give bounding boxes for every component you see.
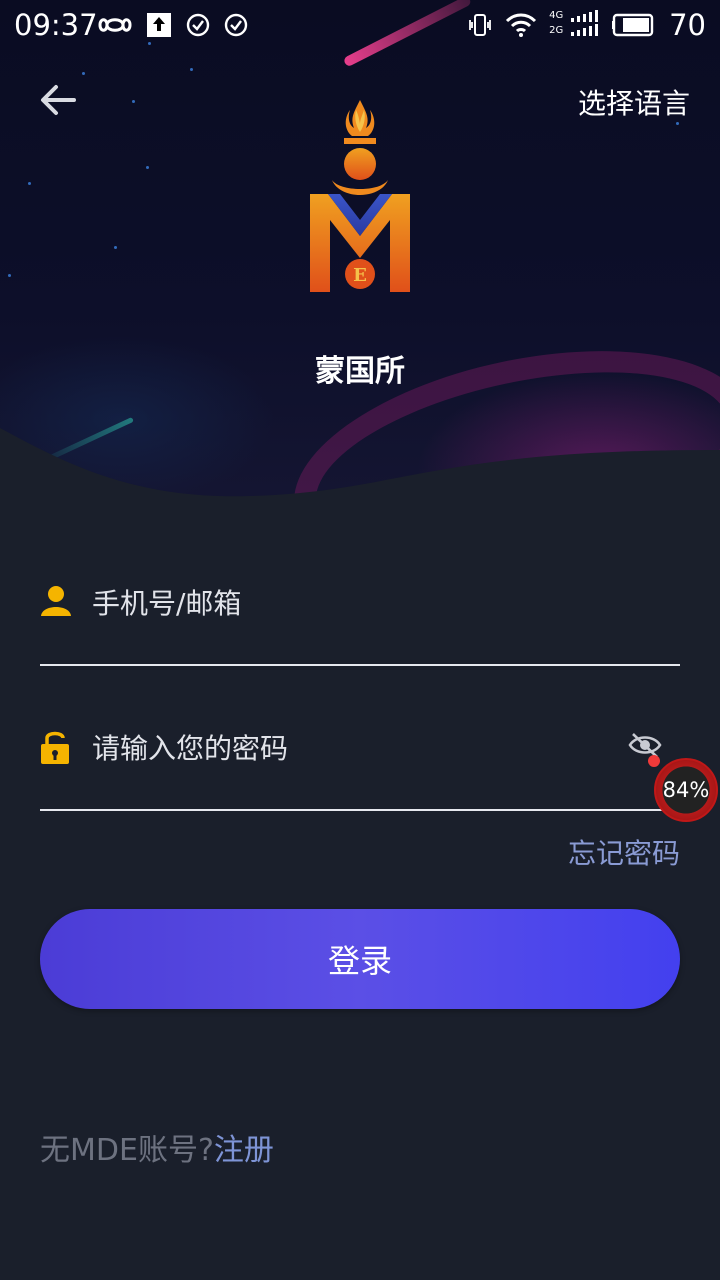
login-button[interactable]: 登录 (40, 909, 680, 1009)
star (676, 122, 679, 125)
password-input[interactable] (90, 717, 614, 779)
password-underline (40, 809, 680, 811)
upload-icon (147, 13, 171, 37)
network-type-bottom: 2G (549, 25, 564, 36)
battery-icon (612, 13, 654, 37)
mde-logo-icon: E (310, 100, 410, 292)
star (8, 274, 11, 277)
username-input[interactable] (90, 572, 614, 634)
language-button[interactable]: 选择语言 (578, 82, 690, 122)
vibrate-icon (469, 14, 491, 36)
star (82, 72, 85, 75)
svg-text:E: E (353, 265, 367, 286)
floating-performance-badge[interactable]: 84% (654, 758, 718, 822)
register-prompt: 无MDE账号?注册 (40, 1125, 274, 1169)
status-left-icons (98, 12, 248, 38)
username-field (40, 572, 680, 666)
signal-bars-icon (571, 10, 599, 36)
notification-dot (648, 755, 660, 767)
username-underline (40, 664, 680, 666)
register-link[interactable]: 注册 (214, 1133, 274, 1168)
brand-name: 蒙国所 (315, 354, 405, 389)
infinity-icon (98, 18, 132, 32)
lock-icon (41, 731, 69, 764)
check-circle-icon (186, 13, 210, 37)
hero-wave (0, 428, 720, 540)
battery-level: 70 (669, 8, 706, 42)
star (132, 100, 135, 103)
wifi-icon (506, 13, 537, 37)
check-circle-icon (224, 13, 248, 37)
status-right-icons: 4G 2G 70 (467, 8, 706, 42)
back-button[interactable] (36, 78, 84, 122)
login-screen: 09:37 4G 2G 70 选择语言 E 蒙国所 手机号/邮箱 84% 忘记密… (0, 0, 720, 1280)
password-field (40, 717, 680, 811)
star (114, 246, 117, 249)
star (28, 182, 31, 185)
back-arrow-icon (41, 85, 76, 115)
forgot-password-link[interactable]: 忘记密码 (568, 832, 680, 872)
status-time: 09:37 (14, 8, 98, 42)
star (146, 166, 149, 169)
star (190, 68, 193, 71)
status-bar: 09:37 4G 2G 70 (0, 0, 720, 50)
network-type-top: 4G (549, 10, 564, 21)
user-icon (41, 586, 71, 616)
register-question: 无MDE账号? (40, 1133, 214, 1168)
signal-icon: 4G 2G (549, 10, 599, 40)
